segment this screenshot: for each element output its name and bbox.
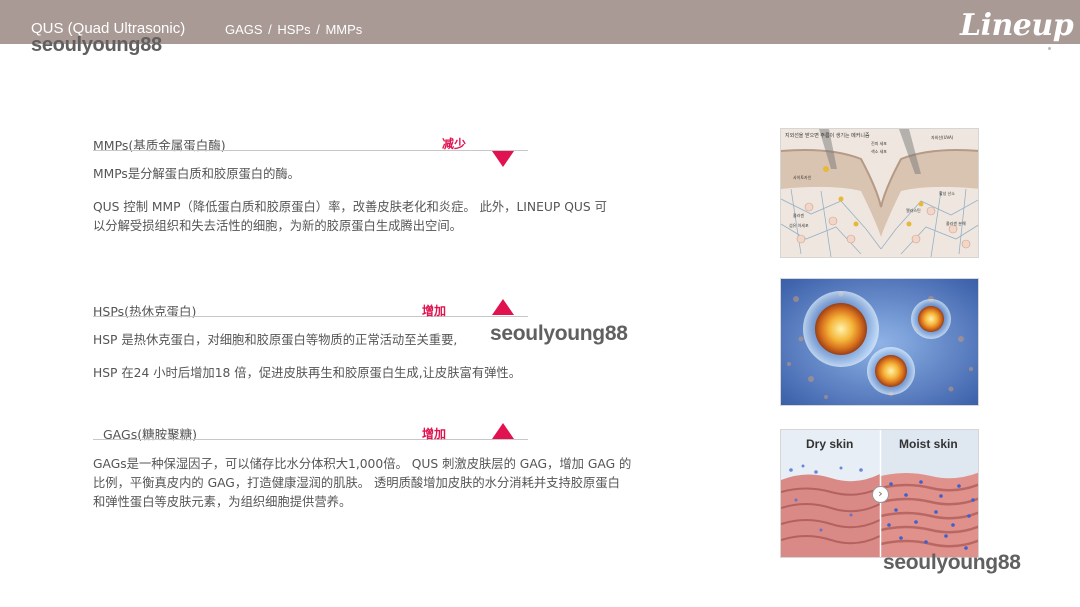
- hsps-description: HSP 在24 小时后增加18 倍，促进皮肤再生和胶原蛋白生成,让皮肤富有弹性。: [93, 366, 522, 380]
- diagram-label: 진피 세포: [871, 140, 887, 146]
- gags-divider: [93, 439, 528, 440]
- diagram-heading: 지외선을 받으면 주름이 생기는 메커니즘: [785, 132, 870, 139]
- decrease-arrow-icon: [492, 151, 514, 167]
- watermark-middle: seoulyoung88: [490, 322, 628, 345]
- diagram-label: 자외선(UVA): [931, 134, 954, 140]
- mmps-title: MMPs(基质金属蛋白酶): [93, 138, 226, 153]
- mmps-description-line1: QUS 控制 MMP（降低蛋白质和胶原蛋白）率，改善皮肤老化和炎症。 此外，LI…: [93, 200, 607, 214]
- hsps-divider: [93, 316, 528, 317]
- increase-arrow-icon: [492, 299, 514, 315]
- chevron-right-icon: ›: [872, 486, 889, 503]
- mmps-definition: MMPs是分解蛋白质和胶原蛋白的酶。: [93, 167, 300, 181]
- increase-arrow-icon: [492, 423, 514, 439]
- diagram-label: 엘라스틴: [906, 207, 921, 213]
- dry-skin-label: Dry skin: [806, 437, 854, 451]
- mmp-mechanism-diagram: 지외선을 받으면 주름이 생기는 메커니즘 자외선(UVA) 진피 세포 색소 …: [780, 128, 979, 258]
- mmps-description-line2: 以分解受损组织和失去活性的细胞，为新的胶原蛋白生成腾出空间。: [93, 219, 462, 233]
- diagram-label: 사이토카인: [793, 174, 812, 180]
- diagram-label: 활성 산소: [939, 190, 955, 196]
- gags-description-line1: GAGs是一种保湿因子，可以储存比水分体积大1,000倍。 QUS 刺激皮肤层的…: [93, 457, 632, 471]
- breadcrumb: GAGS / HSPs / MMPs: [225, 22, 363, 37]
- hsps-trend-label: 增加: [422, 304, 447, 318]
- dry-vs-moist-skin-image: Dry skin Moist skin ›: [780, 429, 979, 558]
- diagram-label: 섬유 아세포: [789, 222, 809, 228]
- diagram-label: 콜라겐: [793, 212, 804, 218]
- cells-illustration: [780, 278, 979, 406]
- hsps-title: HSPs(热休克蛋白): [93, 304, 197, 319]
- brand-logo: Lineup: [960, 8, 1074, 43]
- mmps-trend-label: 减少: [442, 137, 467, 151]
- gags-title: GAGs(糖胺聚糖): [103, 427, 197, 442]
- gags-description-line3: 和弹性蛋白等皮肤元素，为组织细胞提供营养。: [93, 495, 352, 509]
- watermark-bottom: seoulyoung88: [883, 551, 1021, 574]
- gags-trend-label: 增加: [422, 427, 447, 441]
- gags-description-line2: 比例，平衡真皮内的 GAG，打造健康湿润的肌肤。 透明质酸增加皮肤的水分消耗并支…: [93, 476, 620, 490]
- hsps-definition: HSP 是热休克蛋白，对细胞和胶原蛋白等物质的正常活动至关重要,: [93, 333, 458, 347]
- header-bar: QUS (Quad Ultrasonic) GAGS / HSPs / MMPs…: [0, 0, 1080, 44]
- watermark-top: seoulyoung88: [31, 34, 162, 56]
- diagram-label: 색소 세포: [871, 148, 887, 154]
- diagram-label: 콜라겐 분해: [946, 220, 966, 226]
- logo-dot: [1048, 47, 1051, 50]
- moist-skin-label: Moist skin: [899, 437, 958, 451]
